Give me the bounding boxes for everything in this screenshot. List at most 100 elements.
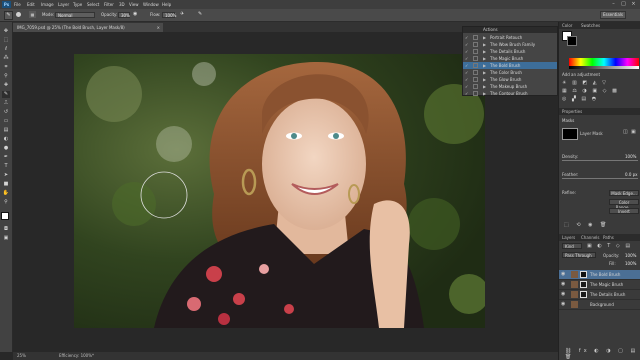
maximize-icon[interactable]: □	[620, 1, 627, 8]
action-dialog-toggle[interactable]	[473, 70, 478, 75]
history-brush-tool-icon[interactable]: ↺	[2, 109, 10, 116]
gray-ramp[interactable]	[569, 66, 639, 69]
tab-color[interactable]: Color	[562, 22, 572, 29]
layer-mask-thumbnail[interactable]	[580, 281, 587, 288]
layer-mask-thumbnail[interactable]	[580, 291, 587, 298]
action-toggle-icon[interactable]: ✓	[465, 35, 470, 40]
adjustment-icons-row2[interactable]: ▦ ⚖ ◑ ▣ ◇ ▩	[562, 88, 619, 94]
gradient-tool-icon[interactable]: ▤	[2, 127, 10, 134]
layers-footer-icons[interactable]: ⛓ fx ◐ ◑ ▢ ▤ 🗑	[565, 348, 640, 360]
airbrush-icon[interactable]: ✈	[180, 11, 187, 18]
action-dialog-toggle[interactable]	[473, 49, 478, 54]
expand-icon[interactable]: ▶	[483, 69, 486, 76]
close-tab-icon[interactable]: ×	[157, 23, 160, 32]
document-tab[interactable]: IMG_7059.psd @ 25% (The Bold Brush, Laye…	[13, 23, 163, 32]
layer-name[interactable]: The Magic Brush	[590, 280, 623, 289]
menu-help[interactable]: Help	[162, 1, 171, 8]
healing-tool-icon[interactable]: ✚	[2, 82, 10, 89]
action-item[interactable]: ✓ ▶ Portrait Retouch	[463, 34, 557, 41]
type-tool-icon[interactable]: T	[2, 163, 10, 170]
minimize-icon[interactable]: –	[610, 1, 617, 8]
layer-opacity-value[interactable]: 100%	[625, 253, 636, 258]
action-dialog-toggle[interactable]	[473, 56, 478, 61]
zoom-level[interactable]: 25%	[17, 352, 26, 360]
action-dialog-toggle[interactable]	[473, 42, 478, 47]
brush-tool-preset-icon[interactable]: ✎	[4, 11, 13, 20]
menu-file[interactable]: File	[14, 1, 21, 8]
visibility-eye-icon[interactable]: ◉	[561, 290, 565, 299]
layer-name[interactable]: Background	[590, 300, 614, 309]
menu-layer[interactable]: Layer	[58, 1, 69, 8]
action-item[interactable]: ✓ ▶ The Bold Brush	[463, 62, 557, 69]
color-spectrum[interactable]	[569, 58, 639, 66]
layer-row[interactable]: ◉ The Magic Brush	[559, 280, 640, 290]
visibility-eye-icon[interactable]: ◉	[561, 270, 565, 279]
action-dialog-toggle[interactable]	[473, 77, 478, 82]
hand-tool-icon[interactable]: ✋	[2, 190, 10, 197]
expand-icon[interactable]: ▶	[483, 48, 486, 55]
screen-mode-icon[interactable]: ▣	[2, 235, 10, 242]
layer-thumbnail[interactable]	[571, 291, 578, 298]
density-value[interactable]: 100%	[625, 154, 636, 159]
layer-mask-thumbnail[interactable]	[580, 271, 587, 278]
action-item[interactable]: ✓ ▶ The Color Brush	[463, 69, 557, 76]
adjustment-icons-row1[interactable]: ☀ ▥ ◩ ◭ ▽	[562, 80, 608, 86]
menu-edit[interactable]: Edit	[27, 1, 35, 8]
document-image[interactable]	[74, 54, 485, 328]
menu-filter[interactable]: Filter	[104, 1, 114, 8]
workspace-dropdown[interactable]: Essentials	[600, 11, 626, 19]
expand-icon[interactable]: ▶	[483, 34, 486, 41]
expand-icon[interactable]: ▶	[483, 41, 486, 48]
blend-mode-dropdown[interactable]: Pass Through	[562, 252, 596, 258]
mask-thumbnail[interactable]	[562, 128, 578, 140]
lasso-tool-icon[interactable]: ℓ	[2, 46, 10, 53]
status-info[interactable]: Efficiency: 100%*	[59, 352, 94, 360]
feather-slider[interactable]	[562, 178, 638, 179]
action-item[interactable]: ✓ ▶ The Makeup Brush	[463, 83, 557, 90]
action-item[interactable]: ✓ ▶ The Glow Brush	[463, 76, 557, 83]
menu-view[interactable]: View	[129, 1, 139, 8]
brush-panel-icon[interactable]: ▦	[29, 11, 36, 18]
expand-icon[interactable]: ▶	[483, 90, 486, 97]
color-range-button[interactable]: Color Range...	[609, 199, 639, 210]
pressure-size-icon[interactable]: ✎	[198, 11, 205, 18]
action-toggle-icon[interactable]: ✓	[465, 77, 470, 82]
foreground-color-swatch[interactable]	[1, 212, 9, 220]
adjustment-icons-row3[interactable]: ◎ ▞ ▤ ◓	[562, 96, 598, 102]
move-tool-icon[interactable]: ✥	[2, 28, 10, 35]
action-toggle-icon[interactable]: ✓	[465, 84, 470, 89]
mode-dropdown[interactable]: Normal	[55, 12, 95, 18]
layer-filter-icons[interactable]: ▣ ◐ T ◇ ▤	[587, 243, 632, 249]
action-toggle-icon[interactable]: ✓	[465, 63, 470, 68]
flow-field[interactable]: 100%	[162, 12, 176, 18]
tab-layers[interactable]: Layers	[562, 234, 575, 241]
action-toggle-icon[interactable]: ✓	[465, 56, 470, 61]
mask-edge-button[interactable]: Mask Edge...	[609, 190, 639, 196]
layer-row[interactable]: ◉ The Bold Brush	[559, 270, 640, 280]
brush-size-icon[interactable]	[16, 12, 21, 17]
layer-fill-value[interactable]: 100%	[625, 261, 636, 266]
layer-row[interactable]: ◉ Background	[559, 300, 640, 310]
layer-thumbnail[interactable]	[571, 301, 578, 308]
eyedropper-tool-icon[interactable]: ⚲	[2, 73, 10, 80]
menu-image[interactable]: Image	[41, 1, 54, 8]
menu-3d[interactable]: 3D	[119, 1, 125, 8]
pen-tool-icon[interactable]: ✒	[2, 154, 10, 161]
pressure-opacity-icon[interactable]: ◉	[133, 11, 140, 18]
expand-icon[interactable]: ▶	[483, 55, 486, 62]
quick-mask-icon[interactable]: ◘	[2, 226, 10, 233]
density-slider[interactable]	[562, 160, 638, 161]
color-background-swatch[interactable]	[567, 36, 577, 46]
menu-select[interactable]: Select	[87, 1, 99, 8]
tab-paths[interactable]: Paths	[603, 234, 614, 241]
expand-icon[interactable]: ▶	[483, 76, 486, 83]
layer-filter-dropdown[interactable]: Kind	[562, 243, 582, 249]
crop-tool-icon[interactable]: ⌗	[2, 64, 10, 71]
shape-tool-icon[interactable]: ■	[2, 181, 10, 188]
properties-footer-icons[interactable]: ⬚ ⟲ ◉ 🗑	[564, 222, 609, 228]
action-dialog-toggle[interactable]	[473, 84, 478, 89]
action-toggle-icon[interactable]: ✓	[465, 70, 470, 75]
layer-thumbnail[interactable]	[571, 281, 578, 288]
vector-mask-icon[interactable]: ◫	[623, 129, 628, 135]
tab-channels[interactable]: Channels	[581, 234, 600, 241]
